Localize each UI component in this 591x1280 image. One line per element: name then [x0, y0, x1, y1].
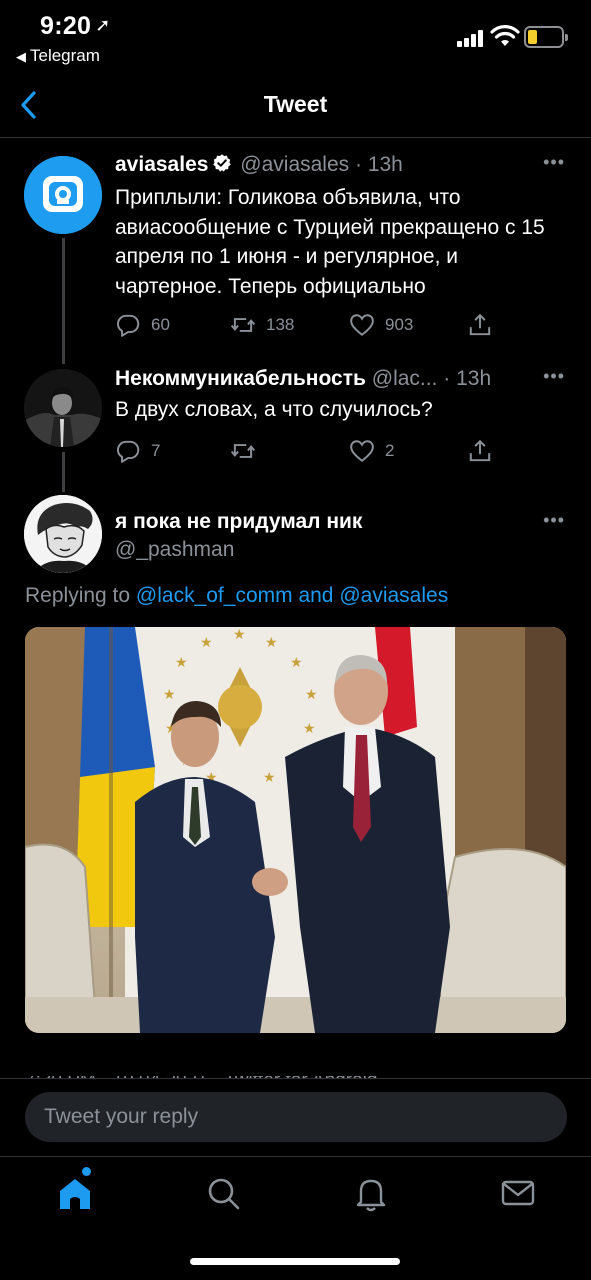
- status-bar: 9:20 ➚ ◀ Telegram: [0, 0, 591, 72]
- tweet-text: Приплыли: Голикова объявила, что авиасоо…: [115, 186, 545, 298]
- wifi-icon: [490, 25, 520, 46]
- retweet-button[interactable]: 138: [230, 311, 294, 339]
- avatar[interactable]: [24, 156, 102, 234]
- more-options-icon[interactable]: •••: [543, 366, 565, 387]
- tweet-header: aviasales @aviasales · 13h: [115, 153, 403, 176]
- back-to-app-link[interactable]: ◀ Telegram: [16, 46, 100, 66]
- thread-line: [62, 238, 65, 364]
- photo-image: ★★★★★ ★★★★ ★★★★: [25, 627, 566, 1033]
- tweet-actions: 60 138 903: [115, 311, 495, 339]
- retweet-icon: [230, 444, 256, 458]
- main-tweet-name[interactable]: я пока не придумал ник: [115, 510, 362, 534]
- display-name[interactable]: Некоммуникабельность: [115, 367, 366, 390]
- tweet-time: 13h: [367, 153, 403, 176]
- share-button[interactable]: [467, 311, 503, 339]
- reply-button[interactable]: 7: [115, 437, 160, 465]
- reply-icon: [117, 440, 140, 463]
- caricature-avatar-icon: [24, 495, 102, 573]
- notifications-bell-icon[interactable]: [351, 1173, 391, 1213]
- user-handle[interactable]: @lac...: [372, 367, 438, 390]
- like-button[interactable]: 2: [349, 437, 394, 465]
- svg-text:★: ★: [175, 655, 188, 671]
- more-options-icon[interactable]: •••: [543, 152, 565, 173]
- home-icon[interactable]: [55, 1173, 95, 1213]
- reply-icon: [117, 314, 140, 337]
- svg-text:★: ★: [263, 770, 276, 786]
- share-icon: [469, 313, 491, 336]
- replying-to: Replying to @lack_of_comm and @aviasales: [25, 584, 449, 607]
- tweet-actions: 7 2: [115, 437, 495, 465]
- verified-badge-icon: [213, 154, 232, 172]
- navigation-bar: Tweet: [0, 72, 591, 138]
- share-button[interactable]: [467, 437, 503, 465]
- user-handle[interactable]: @aviasales: [240, 153, 349, 176]
- clock: 9:20 ➚: [40, 12, 111, 40]
- svg-text:★: ★: [163, 687, 176, 703]
- svg-text:★: ★: [200, 635, 213, 651]
- share-icon: [469, 439, 491, 462]
- search-icon[interactable]: [203, 1173, 243, 1213]
- svg-text:★: ★: [305, 687, 318, 703]
- display-name[interactable]: aviasales: [115, 153, 208, 176]
- heart-icon: [350, 314, 374, 336]
- retweet-button[interactable]: [230, 437, 266, 465]
- messages-envelope-icon[interactable]: [498, 1173, 538, 1213]
- battery-icon: [524, 26, 568, 48]
- location-arrow-icon: ➚: [95, 15, 111, 35]
- page-title: Tweet: [263, 91, 328, 117]
- heart-icon: [350, 440, 374, 462]
- like-button[interactable]: 903: [349, 311, 413, 339]
- more-options-icon[interactable]: •••: [543, 510, 565, 531]
- svg-text:★: ★: [233, 627, 246, 643]
- svg-text:★: ★: [290, 655, 303, 671]
- avatar[interactable]: [24, 369, 102, 447]
- reply-composer: [0, 1078, 591, 1156]
- home-indicator: [190, 1258, 400, 1265]
- svg-text:★: ★: [265, 635, 278, 651]
- thread-line: [62, 452, 65, 492]
- aviasales-logo-icon: [24, 156, 102, 234]
- reply-input[interactable]: [25, 1092, 567, 1142]
- tweet-header: Некоммуникабельность @lac... · 13h: [115, 367, 492, 390]
- tweet-text: В двух словах, а что случилось?: [115, 398, 433, 421]
- retweet-icon: [230, 318, 256, 332]
- user-photo-icon: [24, 369, 102, 447]
- main-tweet-handle[interactable]: @_pashman: [115, 538, 234, 562]
- reply-button[interactable]: 60: [115, 311, 170, 339]
- avatar[interactable]: [24, 495, 102, 573]
- back-triangle-icon: ◀: [16, 49, 26, 64]
- mention-link[interactable]: @aviasales: [339, 584, 448, 607]
- svg-text:★: ★: [303, 721, 316, 737]
- tweet-photo[interactable]: ★★★★★ ★★★★ ★★★★: [25, 627, 566, 1033]
- new-content-dot: [82, 1167, 91, 1176]
- mention-link[interactable]: @lack_of_comm: [136, 584, 293, 607]
- tweet-time: 13h: [456, 367, 492, 390]
- cellular-signal-icon: [457, 29, 485, 47]
